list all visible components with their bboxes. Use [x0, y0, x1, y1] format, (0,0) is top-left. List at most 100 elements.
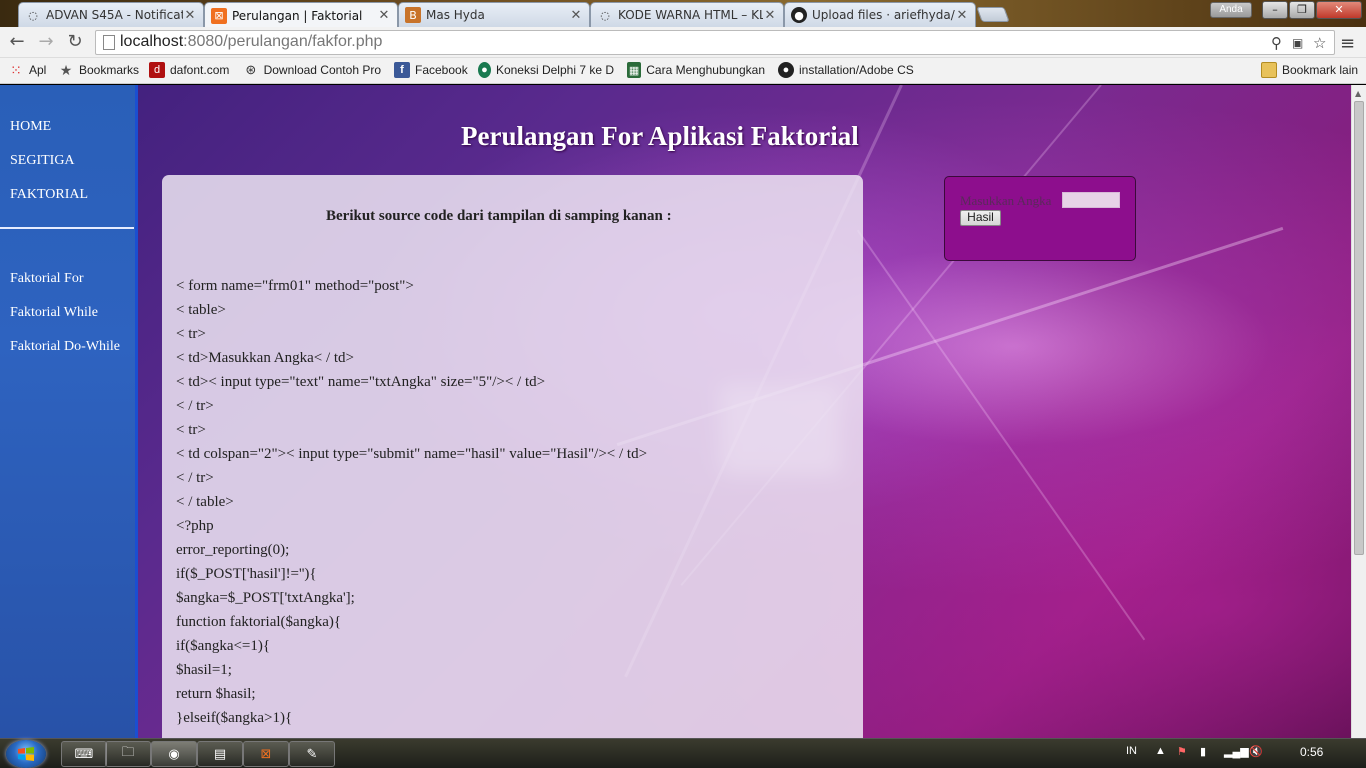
- loading-icon: ◌: [28, 8, 38, 22]
- other-bookmarks[interactable]: Bookmark lain: [1261, 62, 1358, 78]
- code-line: < / table>: [176, 494, 234, 510]
- bookmark-item[interactable]: ⁙ Apl: [8, 62, 46, 78]
- tab-strip: ◌ ADVAN S45A - Notificatio ✕ ⊠ Perulanga…: [0, 0, 1366, 28]
- code-line: }elseif($angka>1){: [176, 710, 293, 726]
- bookmark-item[interactable]: f Facebook: [394, 62, 468, 78]
- close-icon[interactable]: ✕: [955, 8, 969, 23]
- angka-label: Masukkan Angka: [960, 193, 1052, 208]
- power-icon[interactable]: ▮: [1200, 745, 1206, 758]
- back-button[interactable]: ←: [6, 32, 28, 54]
- language-indicator[interactable]: IN: [1126, 745, 1137, 757]
- bookmark-item[interactable]: ★ Bookmarks: [58, 62, 139, 78]
- nav-divider: [0, 227, 134, 229]
- code-line: < tr>: [176, 326, 206, 342]
- close-icon[interactable]: ✕: [183, 8, 197, 23]
- loading-icon: ◌: [600, 8, 610, 22]
- nav-faktorial-for-link[interactable]: Faktorial For: [10, 271, 84, 287]
- scroll-thumb[interactable]: [1354, 101, 1364, 555]
- site-icon: ●: [478, 62, 491, 78]
- globe-icon: ⊛: [245, 62, 257, 77]
- volume-muted-icon[interactable]: 🔇: [1249, 745, 1263, 758]
- xampp-icon[interactable]: ⊠: [243, 741, 289, 767]
- network-signal-icon[interactable]: ▂▄▆: [1224, 745, 1249, 758]
- xampp-icon: ⊠: [211, 7, 227, 24]
- close-icon[interactable]: ✕: [377, 8, 391, 23]
- nav-segitiga-link[interactable]: SEGITIGA: [10, 153, 75, 169]
- bookmark-item[interactable]: d dafont.com: [149, 62, 229, 78]
- close-icon[interactable]: ✕: [763, 8, 777, 23]
- bookmark-item[interactable]: ● Koneksi Delphi 7 ke D: [478, 62, 614, 78]
- new-tab-button[interactable]: [976, 7, 1010, 22]
- page-title: Perulangan For Aplikasi Faktorial: [461, 121, 859, 151]
- code-line: $hasil=1;: [176, 662, 232, 678]
- apps-grid-icon: ⁙: [10, 61, 22, 78]
- factorial-form: Masukkan Angka Hasil: [944, 176, 1136, 261]
- code-line: < table>: [176, 302, 226, 318]
- scrollbar[interactable]: ▲: [1351, 85, 1366, 738]
- action-center-icon[interactable]: ⚑: [1177, 745, 1187, 758]
- code-line: < form name="frm01" method="post">: [176, 278, 414, 294]
- tab-title: KODE WARNA HTML – KL: [618, 8, 763, 22]
- tab-title: ADVAN S45A - Notificatio: [46, 8, 183, 22]
- tab-upload-files[interactable]: ● Upload files · ariefhyda/Pe ✕: [784, 2, 976, 27]
- blogger-icon: B: [405, 7, 421, 23]
- tab-mas-hyda[interactable]: B Mas Hyda ✕: [398, 2, 590, 27]
- angka-input[interactable]: [1062, 192, 1120, 208]
- tab-title: Perulangan | Faktorial: [232, 8, 363, 23]
- code-line: error_reporting(0);: [176, 542, 290, 558]
- code-line: if($_POST['hasil']!=''){: [176, 566, 317, 582]
- bookmark-item[interactable]: ▦ Cara Menghubungkan: [627, 62, 765, 78]
- bookmark-item[interactable]: ⊛ Download Contoh Pro: [243, 62, 381, 78]
- tab-perulangan[interactable]: ⊠ Perulangan | Faktorial ✕: [204, 2, 398, 28]
- bookmark-star-icon[interactable]: ☆: [1313, 34, 1326, 52]
- bookmarks-bar: ⁙ Apl ★ Bookmarks d dafont.com ⊛ Downloa…: [0, 58, 1366, 84]
- sidebar: HOME SEGITIGA FAKTORIAL Faktorial For Fa…: [0, 85, 138, 738]
- reload-button[interactable]: ↻: [64, 32, 86, 54]
- code-line: if($angka<=1){: [176, 638, 271, 654]
- nav-faktorial-while-link[interactable]: Faktorial While: [10, 305, 98, 321]
- nav-faktorial-do-while-link[interactable]: Faktorial Do-While: [10, 339, 120, 355]
- tab-title: Upload files · ariefhyda/Pe: [812, 8, 955, 22]
- code-line: < td colspan="2">< input type="submit" n…: [176, 446, 648, 462]
- user-profile-button[interactable]: Anda: [1210, 2, 1252, 18]
- clock[interactable]: 0:56: [1300, 745, 1323, 759]
- code-line: return $hasil;: [176, 686, 256, 702]
- code-line: <?php: [176, 518, 214, 534]
- folder-icon[interactable]: 🗀: [105, 741, 151, 767]
- tab-kode-warna[interactable]: ◌ KODE WARNA HTML – KL ✕: [590, 2, 784, 27]
- zoom-icon[interactable]: ⚲: [1271, 34, 1282, 52]
- close-window-button[interactable]: ✕: [1316, 1, 1362, 19]
- tab-title: Mas Hyda: [426, 8, 485, 22]
- code-heading: Berikut source code dari tampilan di sam…: [326, 208, 672, 224]
- page-viewport: HOME SEGITIGA FAKTORIAL Faktorial For Fa…: [0, 85, 1351, 738]
- start-button[interactable]: [6, 740, 46, 768]
- address-bar[interactable]: localhost:8080/perulangan/fakfor.php ⚲ ▣…: [95, 30, 1335, 55]
- nav-faktorial-link[interactable]: FAKTORIAL: [10, 187, 88, 203]
- paint-icon[interactable]: ✎: [289, 741, 335, 767]
- code-line: function faktorial($angka){: [176, 614, 342, 630]
- translate-icon[interactable]: ▣: [1292, 36, 1303, 50]
- code-line: < td>< input type="text" name="txtAngka"…: [176, 374, 546, 390]
- minimize-button[interactable]: –: [1262, 1, 1288, 19]
- notepad-icon[interactable]: ▤: [197, 741, 243, 767]
- code-line: < td>Masukkan Angka< / td>: [176, 350, 354, 366]
- code-line: < / tr>: [176, 470, 214, 486]
- code-panel: Berikut source code dari tampilan di sam…: [162, 175, 863, 738]
- keyboard-icon[interactable]: ⌨: [61, 741, 107, 767]
- forward-button[interactable]: →: [35, 32, 57, 54]
- bookmark-item[interactable]: ● installation/Adobe CS: [778, 62, 914, 78]
- github-icon: ●: [778, 62, 794, 78]
- code-line: < / tr>: [176, 398, 214, 414]
- menu-icon[interactable]: ≡: [1340, 33, 1355, 54]
- hasil-button[interactable]: Hasil: [960, 210, 1001, 226]
- close-icon[interactable]: ✕: [569, 8, 583, 23]
- scroll-up-arrow-icon[interactable]: ▲: [1355, 89, 1361, 98]
- windows-logo-icon: [18, 747, 34, 761]
- tab-advan[interactable]: ◌ ADVAN S45A - Notificatio ✕: [18, 2, 204, 27]
- taskbar: ⌨ 🗀 ◉ ▤ ⊠ ✎ IN ▲ ⚑ ▮ ▂▄▆ 🔇 0:56: [0, 738, 1366, 768]
- show-hidden-icons-icon[interactable]: ▲: [1155, 745, 1166, 757]
- nav-home-link[interactable]: HOME: [10, 119, 51, 135]
- code-line: $angka=$_POST['txtAngka'];: [176, 590, 355, 606]
- chrome-icon[interactable]: ◉: [151, 741, 197, 767]
- maximize-button[interactable]: ❐: [1289, 1, 1315, 19]
